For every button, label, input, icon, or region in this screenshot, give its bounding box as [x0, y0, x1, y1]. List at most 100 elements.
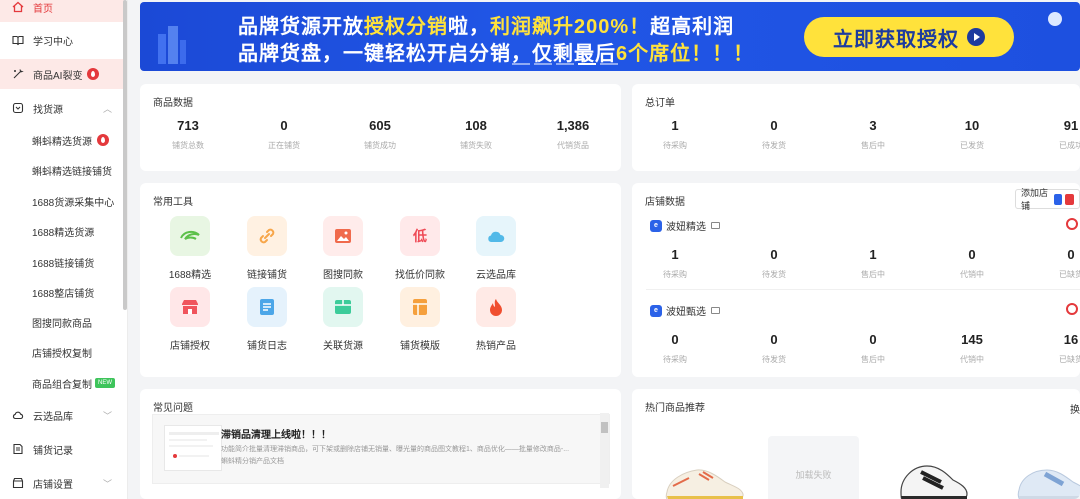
- chevron-down-icon: ﹀: [102, 410, 112, 421]
- shop-header[interactable]: e 波妞甄选: [650, 303, 720, 318]
- sidebar-subitem[interactable]: 1688链接铺货: [0, 248, 124, 276]
- shop-header[interactable]: e 波妞精选: [650, 218, 720, 233]
- new-badge: NEW: [95, 378, 115, 388]
- refresh-icon[interactable]: [1066, 218, 1078, 230]
- sidebar-item-cloud-library[interactable]: 云选品库 ﹀: [0, 400, 124, 430]
- stat-item[interactable]: 1 售后中: [828, 247, 918, 280]
- stat-item[interactable]: 1 待采购: [632, 118, 720, 151]
- promo-banner[interactable]: 品牌货源开放授权分销啦，利润飙升200%！超高利润 品牌货盘，一键轻松开启分销，…: [140, 2, 1080, 71]
- stat-item[interactable]: 713 铺货总数: [143, 118, 233, 151]
- carousel-dot[interactable]: [512, 63, 530, 65]
- carousel-dot[interactable]: [600, 63, 618, 65]
- tool-item[interactable]: 关联货源: [308, 287, 378, 352]
- stat-label: 代销中: [960, 355, 984, 364]
- carousel-dot[interactable]: [556, 63, 574, 65]
- sidebar-item-label: 店铺设置: [33, 479, 73, 491]
- stat-item[interactable]: 0 售后中: [828, 332, 918, 365]
- product-card[interactable]: [659, 436, 750, 499]
- card-title: 常见问题: [153, 403, 193, 414]
- stat-item[interactable]: 1 待采购: [632, 247, 720, 280]
- wand-icon: [12, 68, 24, 80]
- tool-label: 图搜同款: [323, 270, 363, 281]
- stat-item[interactable]: 10 已发货: [927, 118, 1017, 151]
- sidebar-subitem-label: 1688货源采集中心: [32, 197, 115, 209]
- sidebar-subitem-label: 图搜同款商品: [32, 318, 92, 330]
- stat-item[interactable]: 0 待发货: [729, 118, 819, 151]
- tool-item[interactable]: 链接铺货: [232, 216, 302, 281]
- stat-value: 91: [1063, 118, 1079, 133]
- refresh-products-button[interactable]: 换: [1070, 401, 1080, 416]
- faq-item[interactable]: 滞销品清理上线啦！！！ 功能简介批量清理滞销商品，可下架或删除店铺无销量、曝光量…: [152, 414, 610, 484]
- chevron-up-icon: ︿: [102, 103, 112, 114]
- stat-item[interactable]: 0 待采购: [632, 332, 720, 365]
- carousel-dot[interactable]: [534, 63, 552, 65]
- refresh-icon[interactable]: [1066, 303, 1078, 315]
- stat-item[interactable]: 16 已缺货: [1026, 332, 1080, 365]
- tool-item[interactable]: 铺货日志: [232, 287, 302, 352]
- faq-scrollbar[interactable]: [600, 413, 609, 488]
- sidebar-subitem[interactable]: 1688精选货源: [0, 217, 124, 245]
- stat-item[interactable]: 0 待发货: [729, 247, 819, 280]
- tool-item[interactable]: 铺货模版: [385, 287, 455, 352]
- sidebar-subitem[interactable]: 蝌蚪精选链接铺货: [0, 156, 124, 184]
- cta-label: 立即获取授权: [833, 28, 959, 51]
- card-title: 店铺数据: [645, 197, 685, 208]
- stat-item[interactable]: 145 代销中: [927, 332, 1017, 365]
- tool-label: 关联货源: [323, 341, 363, 352]
- shop-logo-icon: e: [650, 304, 662, 317]
- product-card[interactable]: [1005, 436, 1080, 499]
- shop-name: 波妞精选: [666, 222, 706, 233]
- shop-name: 波妞甄选: [666, 307, 706, 318]
- add-shop-button[interactable]: 添加店铺: [1015, 188, 1080, 211]
- get-authorization-button[interactable]: 立即获取授权: [804, 17, 1014, 57]
- sidebar-scrollbar[interactable]: [123, 0, 127, 310]
- tool-item[interactable]: 热销产品: [461, 287, 531, 352]
- stat-item[interactable]: 0 待发货: [729, 332, 819, 365]
- stat-value: 0: [869, 332, 877, 347]
- sidebar-item-ai-fission[interactable]: 商品AI裂变: [0, 59, 124, 89]
- stat-item[interactable]: 108 铺货失败: [431, 118, 521, 151]
- stat-value: 0: [671, 332, 679, 347]
- sidebar-item-listing-records[interactable]: 铺货记录: [0, 434, 124, 464]
- stat-value: 1: [671, 247, 679, 262]
- sidebar-item-home[interactable]: 首页: [0, 0, 124, 22]
- sidebar-subitem[interactable]: 图搜同款商品: [0, 308, 124, 336]
- tool-item[interactable]: 店铺授权: [155, 287, 225, 352]
- sidebar-subitem[interactable]: 蝌蚪精选货源: [0, 126, 124, 154]
- sidebar-item-label: 铺货记录: [33, 445, 73, 457]
- product-card[interactable]: [887, 436, 978, 499]
- stat-label: 售后中: [861, 355, 885, 364]
- chevron-down-icon: ﹀: [102, 478, 112, 489]
- tool-item[interactable]: 图搜同款: [308, 216, 378, 281]
- carousel-dot-active[interactable]: [578, 63, 596, 65]
- hot-badge-icon: [97, 134, 109, 146]
- stat-item[interactable]: 0 正在铺货: [239, 118, 329, 151]
- stat-item[interactable]: 91 已成功: [1026, 118, 1080, 151]
- tool-item[interactable]: 云选品库: [461, 216, 531, 281]
- stat-item[interactable]: 3 售后中: [828, 118, 918, 151]
- stat-label: 已缺货: [1059, 355, 1080, 364]
- tool-item[interactable]: 1688精选: [155, 216, 225, 281]
- common-tools-card: 常用工具 1688精选 链接铺货 图搜同款低找低价同款 云选品库 店铺授权 铺货日志 关联货…: [140, 183, 621, 377]
- scrollbar-thumb[interactable]: [601, 422, 608, 433]
- sidebar-subitem[interactable]: 1688整店铺货: [0, 278, 124, 306]
- sidebar-subitem[interactable]: 商品组合复制 NEW: [0, 369, 124, 397]
- divider: [646, 289, 1080, 290]
- platform-icon: [1053, 193, 1063, 205]
- alibaba-icon: [170, 216, 210, 256]
- stat-label: 待发货: [762, 141, 786, 150]
- shop-settings-icon: [12, 477, 24, 489]
- stat-item[interactable]: 1,386 代销货品: [528, 118, 618, 151]
- stat-item[interactable]: 605 铺货成功: [335, 118, 425, 151]
- sidebar-subitem[interactable]: 1688货源采集中心: [0, 187, 124, 215]
- stat-item[interactable]: 0 已缺货: [1026, 247, 1080, 280]
- stat-item[interactable]: 0 代销中: [927, 247, 1017, 280]
- sidebar-subitem[interactable]: 店铺授权复制: [0, 338, 124, 366]
- sidebar-item-shop-settings[interactable]: 店铺设置 ﹀: [0, 468, 124, 498]
- product-card-failed[interactable]: 加载失败: [768, 436, 859, 499]
- sidebar-item-learning[interactable]: 学习中心: [0, 25, 124, 55]
- tool-item[interactable]: 低找低价同款: [385, 216, 455, 281]
- template-icon: [400, 287, 440, 327]
- carousel-indicators[interactable]: [512, 63, 618, 65]
- sidebar-item-find-source[interactable]: 找货源 ︿: [0, 93, 124, 123]
